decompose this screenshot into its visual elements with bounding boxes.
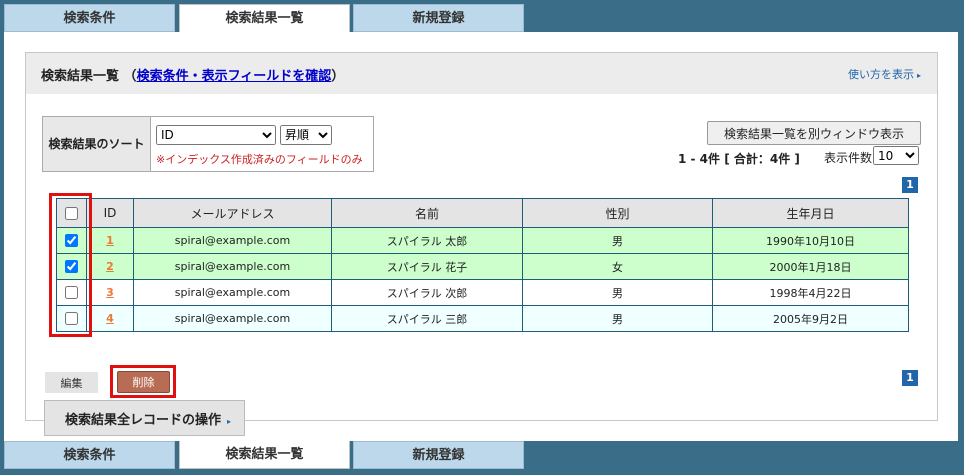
page-title: 検索結果一覧 （検索条件・表示フィールドを確認） — [41, 65, 344, 84]
paren-close: ） — [331, 69, 345, 84]
sort-note: ※インデックス作成済みのフィールドのみ — [156, 153, 363, 166]
email-cell: spiral@example.com — [133, 279, 332, 306]
sort-panel: 検索結果のソート ID 昇順 ※インデックス作成済みのフィールドのみ — [42, 116, 374, 172]
table-header-row: ID メールアドレス 名前 性別 生年月日 — [56, 198, 909, 228]
sort-field-select[interactable]: ID — [156, 125, 276, 145]
email-cell: spiral@example.com — [133, 305, 332, 332]
birthday-cell: 1998年4月22日 — [712, 279, 909, 306]
page-link-top[interactable]: 1 — [902, 177, 918, 193]
email-cell: spiral@example.com — [133, 227, 332, 254]
triangle-right-icon: ▸ — [916, 71, 921, 80]
id-cell: 2 — [86, 253, 134, 280]
birthday-cell: 2005年9月2日 — [712, 305, 909, 332]
tab-new-registration[interactable]: 新規登録 — [353, 4, 524, 32]
name-cell: スパイラル 花子 — [331, 253, 523, 280]
table-row: 3 spiral@example.com スパイラル 次郎 男 1998年4月2… — [56, 279, 909, 306]
main-panel: 検索結果一覧 （検索条件・表示フィールドを確認） 使い方を表示 ▸ 検索結果のソー… — [4, 32, 958, 441]
page-link-bottom[interactable]: 1 — [902, 370, 918, 386]
results-container: 検索結果一覧 （検索条件・表示フィールドを確認） 使い方を表示 ▸ 検索結果のソー… — [25, 52, 938, 436]
tab-search-conditions[interactable]: 検索条件 — [4, 4, 175, 32]
tab-new-registration-bottom[interactable]: 新規登録 — [353, 441, 524, 469]
paren-open: （ — [123, 69, 137, 84]
id-cell: 1 — [86, 227, 134, 254]
results-header: 検索結果一覧 （検索条件・表示フィールドを確認） 使い方を表示 ▸ — [26, 53, 937, 94]
help-link-label[interactable]: 使い方を表示 — [848, 68, 914, 81]
help-link[interactable]: 使い方を表示 ▸ — [848, 66, 921, 82]
per-page-label: 表示件数 — [824, 151, 873, 165]
column-header-gender: 性別 — [522, 198, 713, 228]
id-cell: 3 — [86, 279, 134, 306]
results-table: ID メールアドレス 名前 性別 生年月日 1 spiral@example.c… — [56, 198, 909, 332]
gender-cell: 男 — [522, 227, 713, 254]
tab-search-results[interactable]: 検索結果一覧 — [179, 4, 350, 34]
id-cell: 4 — [86, 305, 134, 332]
edit-button[interactable]: 編集 — [45, 372, 98, 393]
delete-button[interactable]: 削除 — [117, 371, 170, 393]
gender-cell: 女 — [522, 253, 713, 280]
confirm-conditions-link[interactable]: 検索条件・表示フィールドを確認 — [137, 69, 332, 84]
result-count: 1 - 4件 [ 合計：4件 ] — [678, 152, 800, 166]
record-id-link[interactable]: 3 — [106, 286, 114, 299]
gender-cell: 男 — [522, 305, 713, 332]
tab-search-results-bottom[interactable]: 検索結果一覧 — [179, 441, 350, 469]
table-row: 1 spiral@example.com スパイラル 太郎 男 1990年10月… — [56, 227, 909, 254]
gender-cell: 男 — [522, 279, 713, 306]
bottom-tab-bar: 検索条件 検索結果一覧 新規登録 — [0, 441, 964, 469]
all-records-operations-button[interactable]: 検索結果全レコードの操作 ▸ — [44, 400, 245, 436]
record-id-link[interactable]: 1 — [106, 234, 114, 247]
column-header-birthday: 生年月日 — [712, 198, 909, 228]
tab-search-conditions-bottom[interactable]: 検索条件 — [4, 441, 175, 469]
top-tab-bar: 検索条件 検索結果一覧 新規登録 — [0, 0, 964, 34]
birthday-cell: 1990年10月10日 — [712, 227, 909, 254]
column-header-id: ID — [86, 198, 134, 228]
triangle-right-icon: ▸ — [227, 416, 232, 426]
open-in-new-window-button[interactable]: 検索結果一覧を別ウィンドウ表示 — [707, 121, 921, 145]
birthday-cell: 2000年1月18日 — [712, 253, 909, 280]
table-row: 2 spiral@example.com スパイラル 花子 女 2000年1月1… — [56, 253, 909, 280]
all-records-operations-label: 検索結果全レコードの操作 — [65, 412, 222, 428]
per-page-select[interactable]: 10 — [873, 146, 919, 165]
record-id-link[interactable]: 2 — [106, 260, 114, 273]
checkbox-highlight-box — [49, 193, 92, 337]
column-header-name: 名前 — [331, 198, 523, 228]
table-row: 4 spiral@example.com スパイラル 三郎 男 2005年9月2… — [56, 305, 909, 332]
page-title-text: 検索結果一覧 — [41, 69, 120, 84]
column-header-email: メールアドレス — [133, 198, 332, 228]
sort-label: 検索結果のソート — [43, 117, 151, 171]
name-cell: スパイラル 次郎 — [331, 279, 523, 306]
record-id-link[interactable]: 4 — [106, 312, 114, 325]
sort-order-select[interactable]: 昇順 — [280, 125, 332, 145]
name-cell: スパイラル 太郎 — [331, 227, 523, 254]
email-cell: spiral@example.com — [133, 253, 332, 280]
name-cell: スパイラル 三郎 — [331, 305, 523, 332]
